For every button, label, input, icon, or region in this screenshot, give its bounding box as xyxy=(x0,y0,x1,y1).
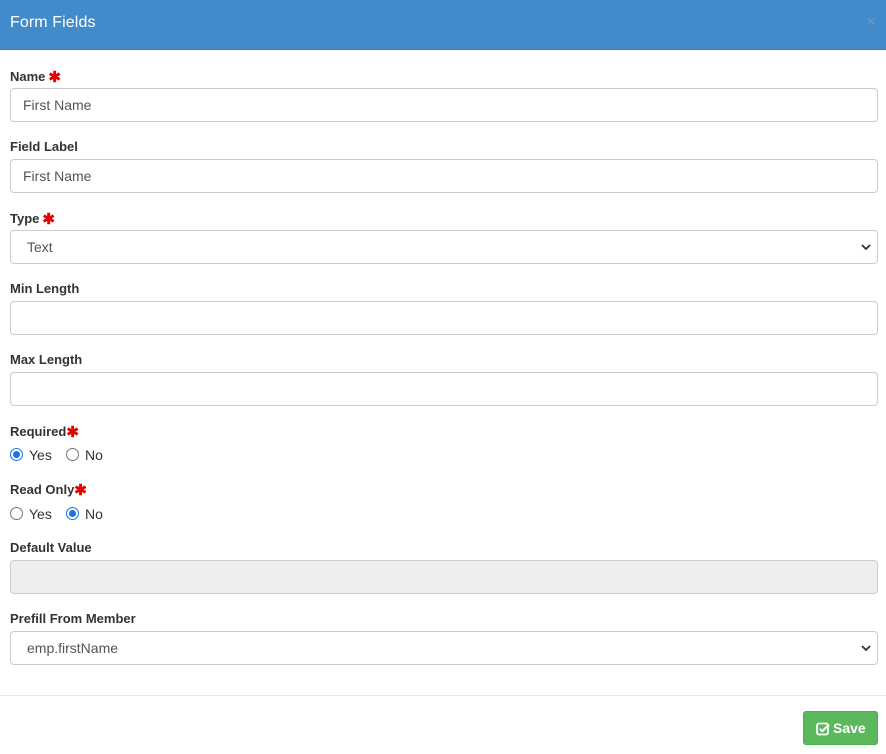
field-label-label: Field Label xyxy=(10,139,78,154)
prefill-select-value: emp.firstName xyxy=(27,640,119,656)
type-label: Type ✱ xyxy=(10,210,55,228)
default-value-label: Default Value xyxy=(10,540,92,555)
required-label: Required✱ xyxy=(10,423,79,441)
max-length-input[interactable] xyxy=(10,372,878,406)
name-required-icon: ✱ xyxy=(48,69,61,86)
field-label-input[interactable]: First Name xyxy=(10,159,878,193)
read-only-yes-option[interactable]: Yes xyxy=(10,505,55,522)
default-value-input xyxy=(10,560,878,594)
read-only-no-label: No xyxy=(85,506,103,522)
close-icon[interactable]: × xyxy=(866,13,876,31)
read-only-label-text: Read Only xyxy=(10,482,75,497)
read-only-yes-label: Yes xyxy=(29,506,52,522)
read-only-required-icon: ✱ xyxy=(74,482,87,499)
check-square-icon xyxy=(816,722,830,736)
min-length-label: Min Length xyxy=(10,281,80,296)
type-select-value: Text xyxy=(27,239,53,255)
prefill-label: Prefill From Member xyxy=(10,611,136,626)
required-required-icon: ✱ xyxy=(66,424,79,441)
modal-title: Form Fields xyxy=(10,14,96,31)
name-input[interactable]: First Name xyxy=(10,88,878,122)
chevron-down-icon xyxy=(861,645,871,652)
read-only-no-option[interactable]: No xyxy=(66,505,111,522)
required-yes-label: Yes xyxy=(29,447,52,463)
chevron-down-icon xyxy=(861,244,871,251)
required-yes-option[interactable]: Yes xyxy=(10,446,55,463)
max-length-label: Max Length xyxy=(10,352,83,367)
save-button[interactable]: Save xyxy=(803,711,878,745)
name-label-text: Name xyxy=(10,69,46,84)
type-label-text: Type xyxy=(10,211,40,226)
type-required-icon: ✱ xyxy=(42,211,55,228)
read-only-no-radio[interactable] xyxy=(66,507,79,520)
save-label: Save xyxy=(833,720,866,736)
min-length-input[interactable] xyxy=(10,301,878,335)
read-only-label: Read Only✱ xyxy=(10,481,87,499)
required-no-option[interactable]: No xyxy=(66,446,111,463)
required-no-radio[interactable] xyxy=(66,448,79,461)
required-no-label: No xyxy=(85,447,103,463)
modal-header: Form Fields × xyxy=(0,0,886,50)
name-label: Name ✱ xyxy=(10,68,61,86)
read-only-yes-radio[interactable] xyxy=(10,507,23,520)
required-yes-radio[interactable] xyxy=(10,448,23,461)
prefill-select[interactable]: emp.firstName xyxy=(10,631,878,665)
required-label-text: Required xyxy=(10,424,67,439)
footer-divider xyxy=(0,695,886,696)
type-select[interactable]: Text xyxy=(10,230,878,264)
